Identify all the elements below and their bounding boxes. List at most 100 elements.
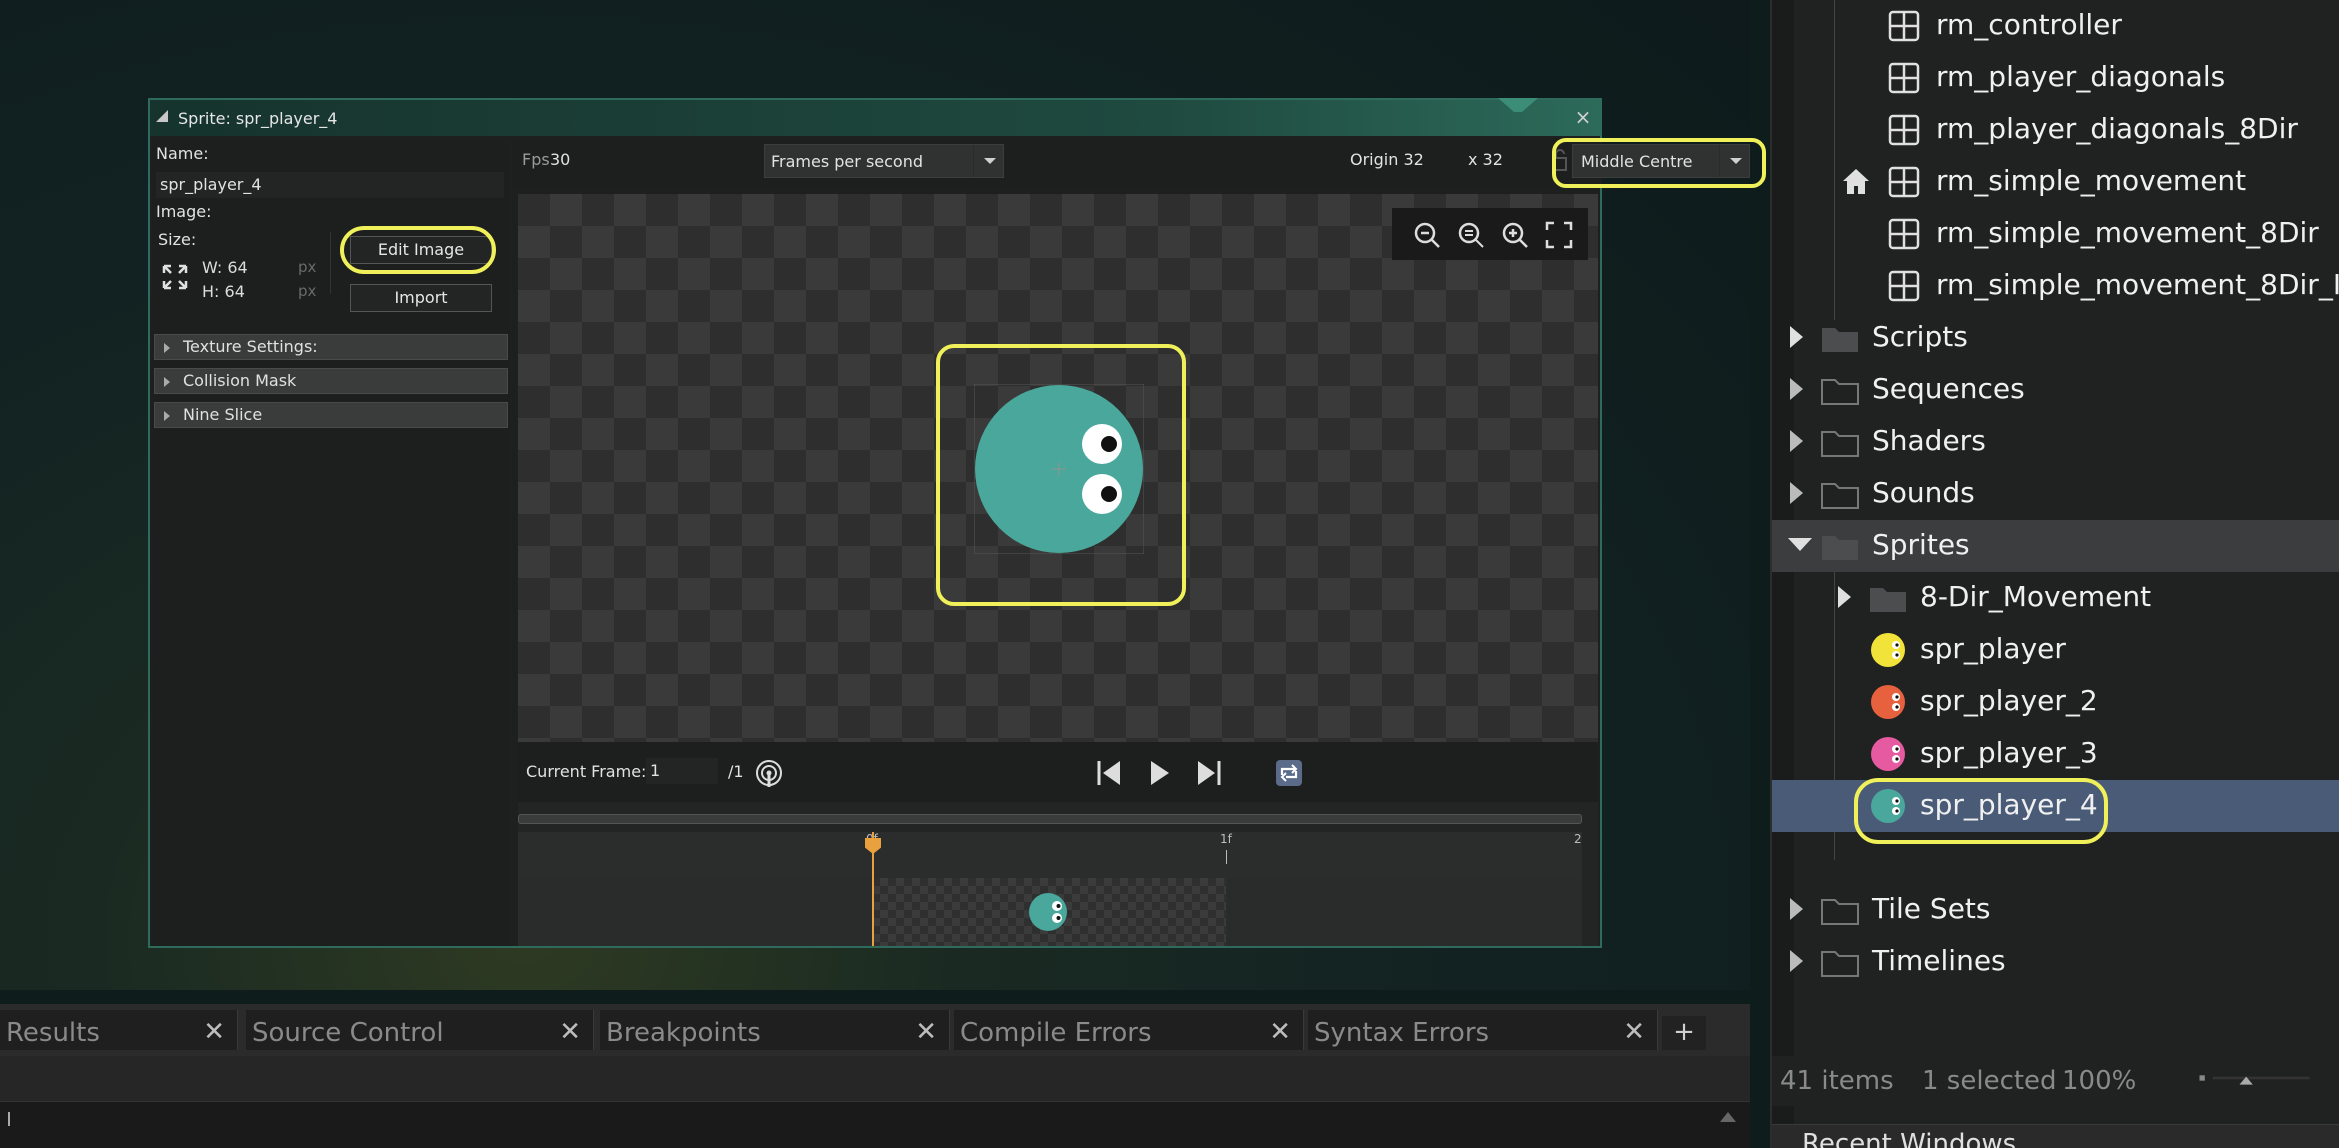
zoom-toolbar: [1392, 208, 1588, 260]
expand-icon[interactable]: [1790, 482, 1803, 504]
width-unit: px: [298, 258, 317, 276]
folder-label: Shaders: [1872, 424, 1986, 457]
origin-x-input[interactable]: Origin 32: [1350, 150, 1424, 169]
asset-sprite[interactable]: spr_player: [1772, 624, 2339, 676]
workspace: Sprite: spr_player_4 × Name: spr_player_…: [0, 0, 1766, 990]
asset-room[interactable]: rm_simple_movement_8Dir_Idle: [1772, 260, 2339, 312]
asset-folder-tilesets[interactable]: Tile Sets: [1772, 884, 2339, 936]
recent-windows-header[interactable]: Recent Windows: [1772, 1124, 2339, 1148]
asset-folder-8dir[interactable]: 8-Dir_Movement: [1772, 572, 2339, 624]
play-icon[interactable]: [1144, 758, 1174, 788]
tab-syntax-errors[interactable]: Syntax Errors ✕: [1308, 1010, 1658, 1050]
tab-source-control[interactable]: Source Control ✕: [246, 1010, 594, 1050]
zoom-in-icon[interactable]: [1500, 220, 1530, 250]
folder-icon: [1821, 899, 1859, 925]
asset-room-label: rm_player_diagonals_8Dir: [1936, 112, 2298, 145]
output-tabs: Results ✕ Source Control ✕ Breakpoints ✕ Co…: [0, 1004, 1750, 1056]
tab-label: Syntax Errors: [1314, 1018, 1490, 1048]
frame-cell[interactable]: [872, 878, 1226, 946]
current-frame-input[interactable]: 1: [646, 758, 718, 784]
texture-settings-section[interactable]: Texture Settings:: [154, 334, 508, 360]
expand-icon[interactable]: [1838, 586, 1851, 608]
nine-slice-section[interactable]: Nine Slice: [154, 402, 508, 428]
sprite-name-field[interactable]: spr_player_4: [156, 172, 504, 198]
text-cursor: [8, 1112, 10, 1126]
output-panel[interactable]: [0, 1056, 1750, 1102]
asset-folder-shaders[interactable]: Shaders: [1772, 416, 2339, 468]
asset-folder-sprites[interactable]: Sprites: [1772, 520, 2339, 572]
expand-icon[interactable]: [1790, 950, 1803, 972]
size-divider: [330, 232, 331, 294]
asset-room[interactable]: rm_player_diagonals_8Dir: [1772, 104, 2339, 156]
asset-room-label: rm_simple_movement_8Dir: [1936, 216, 2319, 249]
timeline-ruler[interactable]: 0f 1f 2: [518, 832, 1582, 878]
frame-thumbnail: [1029, 893, 1067, 931]
sprite-label: spr_player_2: [1920, 684, 2098, 717]
asset-folder-sounds[interactable]: Sounds: [1772, 468, 2339, 520]
asset-sprite-selected[interactable]: spr_player_4: [1772, 778, 2339, 844]
tick-mark: [1226, 850, 1227, 864]
fit-screen-icon[interactable]: [1544, 220, 1574, 250]
asset-folder-scripts[interactable]: Scripts: [1772, 312, 2339, 364]
close-icon[interactable]: ✕: [1269, 1017, 1291, 1047]
expand-icon[interactable]: [1790, 326, 1803, 348]
close-icon[interactable]: ×: [1572, 106, 1594, 128]
collapse-icon[interactable]: [1788, 538, 1812, 551]
import-button[interactable]: Import: [350, 284, 492, 312]
room-icon: [1888, 10, 1920, 42]
folder-label: Timelines: [1872, 944, 2006, 977]
asset-room[interactable]: rm_simple_movement_8Dir: [1772, 208, 2339, 260]
asset-room[interactable]: rm_player_diagonals: [1772, 52, 2339, 104]
tab-compile-errors[interactable]: Compile Errors ✕: [954, 1010, 1304, 1050]
add-tab-button[interactable]: +: [1662, 1016, 1706, 1050]
expand-icon[interactable]: [1790, 378, 1803, 400]
expand-icon[interactable]: [1790, 430, 1803, 452]
fps-mode-select[interactable]: Frames per second: [764, 144, 1004, 178]
timeline-range-slider[interactable]: [518, 814, 1582, 824]
resize-icon[interactable]: [162, 264, 188, 290]
collision-mask-section[interactable]: Collision Mask: [154, 368, 508, 394]
zoom-reset-icon[interactable]: [1456, 220, 1486, 250]
asset-room[interactable]: rm_simple_movement: [1772, 156, 2339, 208]
frame-timeline[interactable]: 0f 1f 2: [518, 802, 1598, 946]
origin-y-input[interactable]: x 32: [1468, 150, 1503, 169]
output-console[interactable]: [0, 1102, 1750, 1148]
recent-windows-label: Recent Windows: [1802, 1129, 2017, 1148]
resize-grip-icon[interactable]: [156, 110, 168, 122]
sprite-editor-window[interactable]: Sprite: spr_player_4 × Name: spr_player_…: [148, 98, 1766, 948]
expand-icon[interactable]: [1790, 898, 1803, 920]
sprite-canvas[interactable]: [518, 194, 1598, 742]
asset-sprite[interactable]: spr_player_2: [1772, 676, 2339, 728]
tab-breakpoints[interactable]: Breakpoints ✕: [600, 1010, 950, 1050]
close-icon[interactable]: ✕: [203, 1017, 225, 1047]
close-icon[interactable]: ✕: [559, 1017, 581, 1047]
window-titlebar[interactable]: Sprite: spr_player_4 ×: [150, 98, 1600, 136]
frame-total: /1: [728, 762, 744, 781]
close-icon[interactable]: ✕: [1623, 1017, 1645, 1047]
zoom-slider[interactable]: [2172, 1074, 2337, 1086]
scroll-up-icon[interactable]: [1720, 1112, 1736, 1122]
window-title: Sprite: spr_player_4: [178, 109, 338, 128]
room-icon: [1888, 218, 1920, 250]
asset-room[interactable]: rm_controller: [1772, 0, 2339, 52]
tab-label: Source Control: [252, 1018, 444, 1048]
asset-folder-timelines[interactable]: Timelines: [1772, 936, 2339, 988]
asset-folder-sequences[interactable]: Sequences: [1772, 364, 2339, 416]
chevron-down-icon[interactable]: [973, 145, 1003, 177]
loop-icon[interactable]: [1274, 758, 1304, 788]
close-icon[interactable]: ✕: [915, 1017, 937, 1047]
zoom-out-icon[interactable]: [1412, 220, 1442, 250]
folder-label: Tile Sets: [1872, 892, 1991, 925]
sprite-thumbnail-icon: [1871, 633, 1905, 667]
last-frame-icon[interactable]: [1194, 758, 1224, 788]
tick-2: 2: [1574, 832, 1582, 846]
tab-results[interactable]: Results ✕: [0, 1010, 238, 1050]
image-label: Image:: [156, 202, 212, 221]
zoom-level: 100%: [2062, 1066, 2137, 1096]
onion-skin-icon[interactable]: [754, 758, 784, 788]
asset-sprite[interactable]: spr_player_3: [1772, 728, 2339, 780]
fps-input[interactable]: 30: [550, 150, 570, 169]
first-frame-icon[interactable]: [1094, 758, 1124, 788]
folder-icon: [1821, 431, 1859, 457]
sprite-toolbar: Fps 30 Frames per second Origin 32 x 32 …: [512, 138, 1766, 188]
